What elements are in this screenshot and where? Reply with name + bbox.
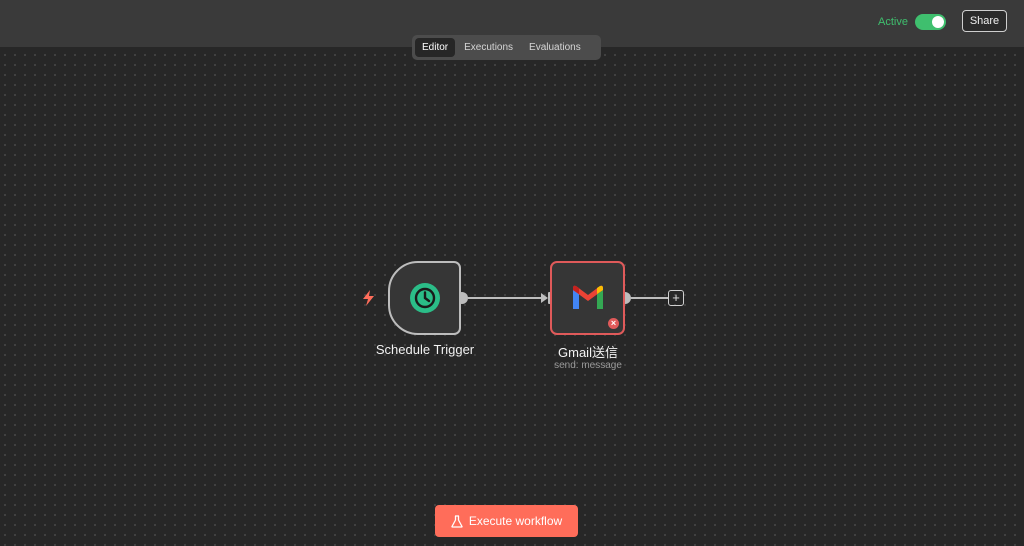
clock-icon (409, 283, 440, 313)
add-node-icon[interactable]: + (668, 290, 684, 306)
gmail-node[interactable]: × (550, 261, 625, 335)
execute-workflow-label: Execute workflow (468, 514, 563, 528)
execute-workflow-button[interactable]: Execute workflow (435, 505, 578, 537)
gmail-icon (572, 285, 603, 309)
schedule-trigger-label: Schedule Trigger (375, 342, 475, 357)
flask-icon (451, 514, 463, 528)
workflow-connections (456, 292, 668, 304)
connection-arrow (541, 293, 548, 303)
gmail-node-subtitle: send: message (554, 360, 622, 371)
schedule-trigger-node[interactable] (388, 261, 461, 335)
error-icon[interactable]: × (608, 318, 619, 329)
gmail-node-label: Gmail送信 (558, 345, 618, 360)
bolt-icon (363, 290, 374, 306)
